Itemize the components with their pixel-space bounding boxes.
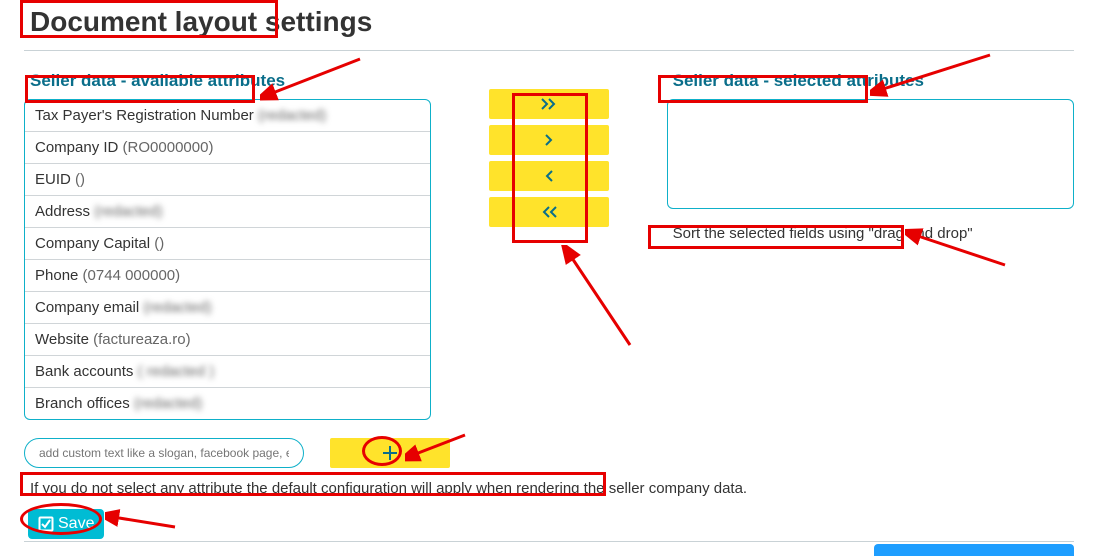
attribute-item[interactable]: Website (factureaza.ro) bbox=[25, 324, 430, 356]
attribute-label: Company ID bbox=[35, 139, 123, 156]
transfer-buttons bbox=[471, 69, 626, 227]
attribute-item[interactable]: Phone (0744 000000) bbox=[25, 260, 430, 292]
save-button-label: Save bbox=[58, 515, 94, 533]
attribute-label: Branch offices bbox=[35, 395, 134, 412]
divider bbox=[24, 50, 1074, 51]
available-heading: Seller data - available attributes bbox=[24, 69, 291, 93]
attribute-label: Phone bbox=[35, 267, 83, 284]
chevron-double-left-icon bbox=[539, 205, 559, 219]
attribute-label: Address bbox=[35, 203, 94, 220]
attribute-value: (RO0000000) bbox=[123, 139, 214, 156]
attribute-label: Tax Payer's Registration Number bbox=[35, 107, 258, 124]
attribute-value: () bbox=[154, 235, 164, 252]
annotation-arrow bbox=[105, 505, 185, 535]
selected-column: Seller data - selected attributes Sort t… bbox=[667, 69, 1074, 244]
partial-bottom-button[interactable] bbox=[874, 544, 1074, 556]
add-custom-button[interactable] bbox=[330, 438, 450, 468]
attribute-item[interactable]: Company ID (RO0000000) bbox=[25, 132, 430, 164]
available-column: Seller data - available attributes Tax P… bbox=[24, 69, 431, 420]
attribute-value: (0744 000000) bbox=[83, 267, 181, 284]
attribute-label: Company email bbox=[35, 299, 143, 316]
attribute-value: (factureaza.ro) bbox=[93, 331, 191, 348]
attribute-label: Website bbox=[35, 331, 93, 348]
attribute-item[interactable]: Company Capital () bbox=[25, 228, 430, 260]
custom-text-input[interactable] bbox=[24, 438, 304, 468]
move-all-right-button[interactable] bbox=[489, 89, 609, 119]
attribute-item[interactable]: Branch offices (redacted) bbox=[25, 388, 430, 419]
attribute-value: (redacted) bbox=[134, 395, 202, 412]
attribute-value: (redacted) bbox=[143, 299, 211, 316]
attribute-item[interactable]: EUID () bbox=[25, 164, 430, 196]
move-left-button[interactable] bbox=[489, 161, 609, 191]
plus-icon bbox=[381, 444, 399, 462]
bottom-divider bbox=[24, 541, 1074, 542]
chevron-double-right-icon bbox=[539, 97, 559, 111]
move-right-button[interactable] bbox=[489, 125, 609, 155]
attribute-label: Bank accounts bbox=[35, 363, 138, 380]
chevron-right-icon bbox=[542, 133, 556, 147]
attribute-label: EUID bbox=[35, 171, 75, 188]
attribute-value: (redacted) bbox=[258, 107, 326, 124]
available-list[interactable]: Tax Payer's Registration Number (redacte… bbox=[24, 99, 431, 420]
attribute-value: () bbox=[75, 171, 85, 188]
attribute-value: ( redacted ) bbox=[138, 363, 215, 380]
selected-heading: Seller data - selected attributes bbox=[667, 69, 930, 93]
selected-list[interactable] bbox=[667, 99, 1074, 209]
attribute-label: Company Capital bbox=[35, 235, 154, 252]
sort-hint: Sort the selected fields using "drag and… bbox=[667, 223, 979, 244]
attribute-item[interactable]: Address (redacted) bbox=[25, 196, 430, 228]
chevron-left-icon bbox=[542, 169, 556, 183]
default-config-note: If you do not select any attribute the d… bbox=[24, 478, 753, 499]
attribute-item[interactable]: Tax Payer's Registration Number (redacte… bbox=[25, 100, 430, 132]
page-title: Document layout settings bbox=[24, 2, 378, 42]
move-all-left-button[interactable] bbox=[489, 197, 609, 227]
custom-text-row bbox=[0, 420, 1098, 468]
save-button[interactable]: Save bbox=[28, 509, 104, 539]
attribute-value: (redacted) bbox=[94, 203, 162, 220]
attribute-item[interactable]: Bank accounts ( redacted ) bbox=[25, 356, 430, 388]
attribute-item[interactable]: Company email (redacted) bbox=[25, 292, 430, 324]
check-icon bbox=[38, 516, 54, 532]
